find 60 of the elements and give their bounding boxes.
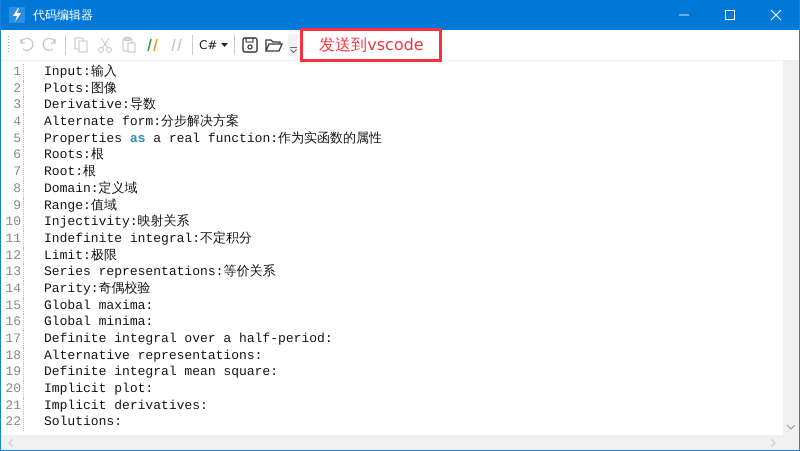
code-line: Implicit derivatives: (43, 398, 208, 414)
window-title: 代码编辑器 (33, 6, 94, 24)
caret-icon (221, 43, 228, 47)
code-line: Properties as a real function:作为实函数的属性 (43, 130, 382, 147)
code-line: Series representations:等价关系 (43, 264, 276, 281)
code-line: Alternate form:分步解决方案 (43, 114, 240, 131)
line-number: 16 (1, 314, 24, 332)
scroll-right-icon[interactable] (769, 438, 777, 448)
code-line: Global minima: (43, 314, 154, 332)
code-line: Injectivity:映射关系 (43, 214, 190, 231)
close-icon (770, 9, 782, 21)
line-number: 21 (1, 398, 24, 414)
line-number: 18 (1, 348, 24, 364)
line-number: 13 (1, 264, 24, 281)
line-number: 3 (1, 97, 24, 114)
code-line: Domain:定义域 (43, 180, 138, 198)
line-number: 4 (1, 114, 24, 131)
code-line: Limit:极限 (43, 248, 117, 264)
line-number: 17 (1, 331, 24, 348)
line-number: 20 (1, 381, 24, 398)
line-number: 14 (1, 280, 24, 298)
code-line: Range:值域 (43, 198, 117, 214)
code-line: Parity:奇偶校验 (43, 280, 151, 298)
code-line: Root:根 (43, 164, 96, 181)
scissors-icon (95, 35, 115, 55)
overflow-button[interactable] (288, 34, 298, 56)
code-line: Global maxima: (43, 298, 154, 314)
line-number: 11 (1, 230, 24, 248)
code-line: Plots:图像 (43, 80, 117, 98)
vertical-scrollbar[interactable] (783, 61, 799, 435)
toolbar-grip-icon[interactable] (7, 35, 10, 55)
code-line: Definite integral over a half-period: (43, 331, 333, 348)
code-line: Indefinite integral:不定积分 (43, 230, 252, 248)
scroll-left-icon[interactable] (7, 438, 15, 448)
horizontal-scrollbar[interactable] (1, 435, 783, 450)
maximize-icon (724, 9, 736, 21)
code-line: Roots:根 (43, 147, 104, 164)
line-number: 8 (1, 180, 24, 198)
code-line: Input:输入 (43, 64, 117, 81)
line-number: 2 (1, 80, 24, 98)
send-to-vscode-button[interactable]: 发送到vscode (300, 28, 442, 62)
lightning-icon (9, 7, 25, 23)
line-number: 1 (1, 64, 24, 81)
line-number: 9 (1, 198, 24, 214)
code-line: Solutions: (43, 414, 122, 432)
line-number: 7 (1, 164, 24, 181)
line-number: 15 (1, 298, 24, 314)
line-number: 5 (1, 130, 24, 148)
line-number: 10 (1, 214, 24, 231)
code-line: Derivative:导数 (43, 97, 156, 114)
line-number: 6 (1, 147, 24, 164)
line-number: 12 (1, 248, 24, 264)
code-line: Implicit plot: (43, 381, 154, 398)
line-number: 22 (1, 414, 24, 432)
language-dropdown[interactable]: C# (196, 34, 232, 56)
code-line: Definite integral mean square: (43, 364, 278, 382)
line-number: 19 (1, 364, 24, 382)
scroll-down-icon[interactable] (786, 423, 796, 431)
code-line: Alternative representations: (43, 348, 262, 364)
chevron-down-icon (290, 47, 297, 53)
